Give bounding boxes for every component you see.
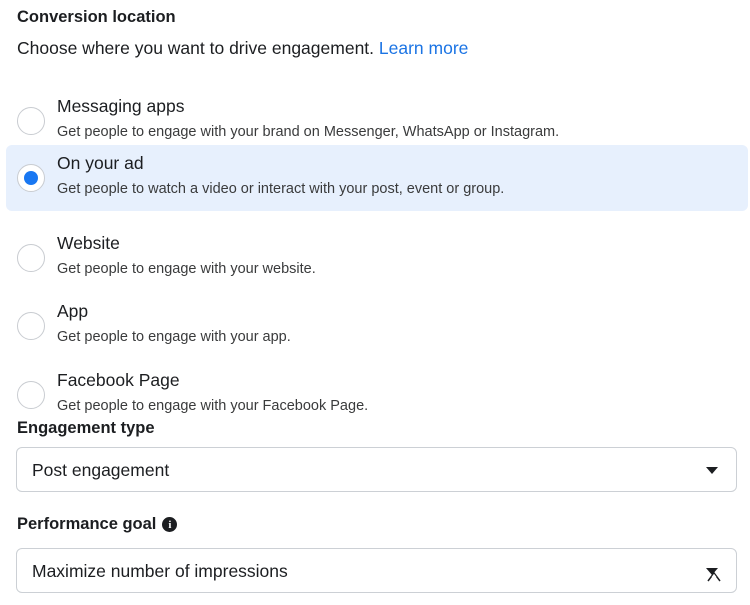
option-website[interactable]: Website Get people to engage with your w… xyxy=(6,225,748,291)
option-title: Messaging apps xyxy=(57,96,185,116)
conversion-location-heading: Conversion location xyxy=(17,8,176,26)
subtitle-text: Choose where you want to drive engagemen… xyxy=(17,38,375,58)
option-title: App xyxy=(57,301,89,321)
learn-more-link[interactable]: Learn more xyxy=(379,38,469,58)
option-title: Facebook Page xyxy=(57,370,180,390)
chevron-down-icon xyxy=(706,467,718,474)
option-title: Website xyxy=(57,233,120,253)
option-description: Get people to engage with your Facebook … xyxy=(57,398,369,414)
option-description: Get people to engage with your app. xyxy=(57,329,291,345)
info-icon[interactable]: i xyxy=(162,517,178,532)
conversion-location-subtitle: Choose where you want to drive engagemen… xyxy=(17,38,468,59)
option-on-your-ad[interactable]: On your ad Get people to watch a video o… xyxy=(6,145,748,211)
performance-goal-value: Maximize number of impressions xyxy=(32,561,288,581)
radio-on-your-ad[interactable] xyxy=(17,164,45,192)
option-app[interactable]: App Get people to engage with your app. xyxy=(6,293,748,359)
engagement-type-select[interactable]: Post engagement xyxy=(16,447,737,492)
performance-goal-heading-row: Performance goal i xyxy=(17,515,178,534)
engagement-type-heading: Engagement type xyxy=(17,419,155,437)
option-description: Get people to watch a video or interact … xyxy=(57,181,505,197)
radio-facebook-page[interactable] xyxy=(17,381,45,409)
radio-messaging-apps[interactable] xyxy=(17,107,45,135)
option-title: On your ad xyxy=(57,153,144,173)
engagement-type-value: Post engagement xyxy=(32,460,170,480)
option-description: Get people to engage with your brand on … xyxy=(57,124,560,140)
radio-app[interactable] xyxy=(17,312,45,340)
performance-goal-select[interactable]: Maximize number of impressions xyxy=(16,548,737,593)
performance-goal-heading: Performance goal xyxy=(17,515,157,533)
radio-website[interactable] xyxy=(17,244,45,272)
mouse-cursor-icon xyxy=(707,571,721,582)
option-description: Get people to engage with your website. xyxy=(57,261,316,277)
